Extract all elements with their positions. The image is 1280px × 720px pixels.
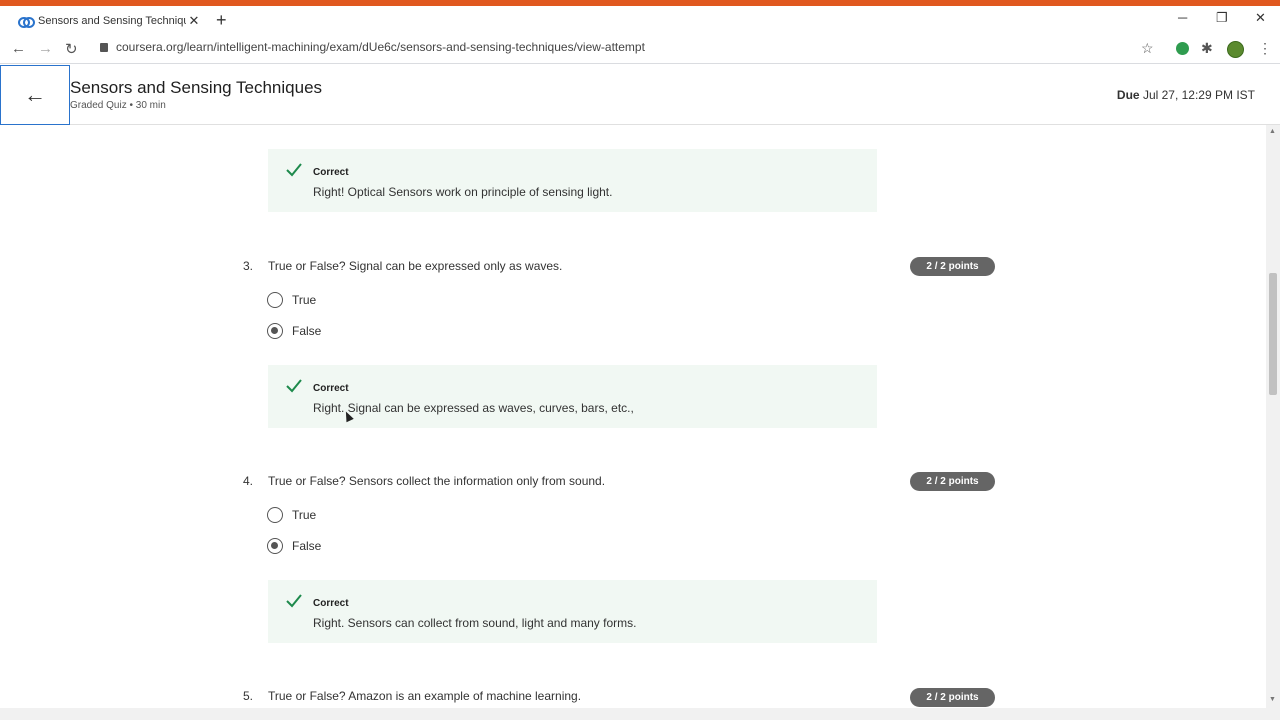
feedback-text: Right. Signal can be expressed as waves,… [313, 401, 634, 415]
question-text: True or False? Amazon is an example of m… [268, 689, 582, 703]
back-button[interactable]: ← [0, 65, 70, 125]
extensions-icon[interactable]: ✱ [1201, 40, 1213, 57]
feedback-title: Correct [313, 383, 349, 394]
question-number: 4. [243, 474, 254, 488]
radio-button-selected[interactable] [267, 323, 283, 339]
tab-title: Sensors and Sensing Techniques [38, 15, 186, 27]
scroll-down-icon[interactable]: ▼ [1269, 696, 1276, 703]
option-true[interactable]: True [267, 506, 316, 524]
vertical-scrollbar[interactable]: ▲ ▼ [1266, 125, 1280, 708]
option-label: False [292, 539, 322, 553]
points-badge: 2 / 2 points [910, 688, 995, 707]
feedback-title: Correct [313, 598, 349, 609]
page-title: Sensors and Sensing Techniques [70, 78, 323, 97]
radio-button-selected[interactable] [267, 538, 283, 554]
restore-icon[interactable]: ❐ [1216, 10, 1228, 26]
radio-button[interactable] [267, 507, 283, 523]
reload-icon[interactable]: ↻ [65, 40, 78, 58]
option-label: False [292, 324, 322, 338]
due-date: Due Jul 27, 12:29 PM IST [1117, 88, 1255, 102]
new-tab-icon[interactable]: + [216, 10, 227, 31]
points-badge: 2 / 2 points [910, 472, 995, 491]
page-subtitle: Graded Quiz • 30 min [70, 100, 166, 111]
feedback-correct: Correct Right! Optical Sensors work on p… [268, 149, 877, 212]
option-false[interactable]: False [267, 537, 321, 555]
question-text: True or False? Sensors collect the infor… [268, 474, 606, 488]
arrow-left-icon: ← [24, 82, 46, 107]
feedback-title: Correct [313, 167, 349, 178]
minimize-icon[interactable]: ─ [1178, 10, 1187, 25]
menu-icon[interactable]: ⋮ [1258, 40, 1272, 57]
scrollbar-thumb[interactable] [1269, 273, 1277, 395]
tab-strip: Sensors and Sensing Techniques ✕ + ─ ❐ ✕ [0, 6, 1280, 34]
close-tab-icon[interactable]: ✕ [186, 13, 202, 29]
radio-button[interactable] [267, 292, 283, 308]
check-icon [286, 379, 302, 393]
check-icon [286, 163, 302, 177]
quiz-header: ← Sensors and Sensing Techniques Graded … [0, 64, 1280, 125]
points-badge: 2 / 2 points [910, 257, 995, 276]
browser-tab[interactable]: Sensors and Sensing Techniques ✕ [8, 8, 206, 34]
feedback-correct: Correct Right. Signal can be expressed a… [268, 365, 877, 428]
question-number: 5. [243, 689, 254, 703]
browser-toolbar: ← → ↻ coursera.org/learn/intelligent-mac… [0, 34, 1280, 64]
url-text: coursera.org/learn/intelligent-machining… [116, 40, 645, 54]
horizontal-scrollbar[interactable] [0, 708, 1280, 720]
feedback-text: Right! Optical Sensors work on principle… [313, 185, 613, 199]
due-value: Jul 27, 12:29 PM IST [1142, 88, 1255, 102]
profile-avatar[interactable] [1227, 41, 1244, 58]
option-true[interactable]: True [267, 291, 316, 309]
feedback-correct: Correct Right. Sensors can collect from … [268, 580, 877, 643]
option-false[interactable]: False [267, 322, 321, 340]
feedback-text: Right. Sensors can collect from sound, l… [313, 616, 637, 630]
check-icon [286, 594, 302, 608]
question-text: True or False? Signal can be expressed o… [268, 259, 563, 273]
option-label: True [292, 293, 317, 307]
extension-shield-icon[interactable] [1176, 42, 1189, 55]
bookmark-star-icon[interactable]: ☆ [1141, 40, 1154, 57]
address-bar[interactable]: coursera.org/learn/intelligent-machining… [100, 40, 645, 54]
due-label: Due [1116, 88, 1140, 102]
question-number: 3. [243, 259, 254, 273]
forward-icon[interactable]: → [38, 40, 53, 57]
scroll-up-icon[interactable]: ▲ [1269, 128, 1276, 135]
back-icon[interactable]: ← [11, 40, 26, 57]
close-window-icon[interactable]: ✕ [1255, 10, 1266, 26]
lock-icon [100, 43, 108, 52]
option-label: True [292, 508, 317, 522]
coursera-favicon-icon [18, 16, 35, 28]
